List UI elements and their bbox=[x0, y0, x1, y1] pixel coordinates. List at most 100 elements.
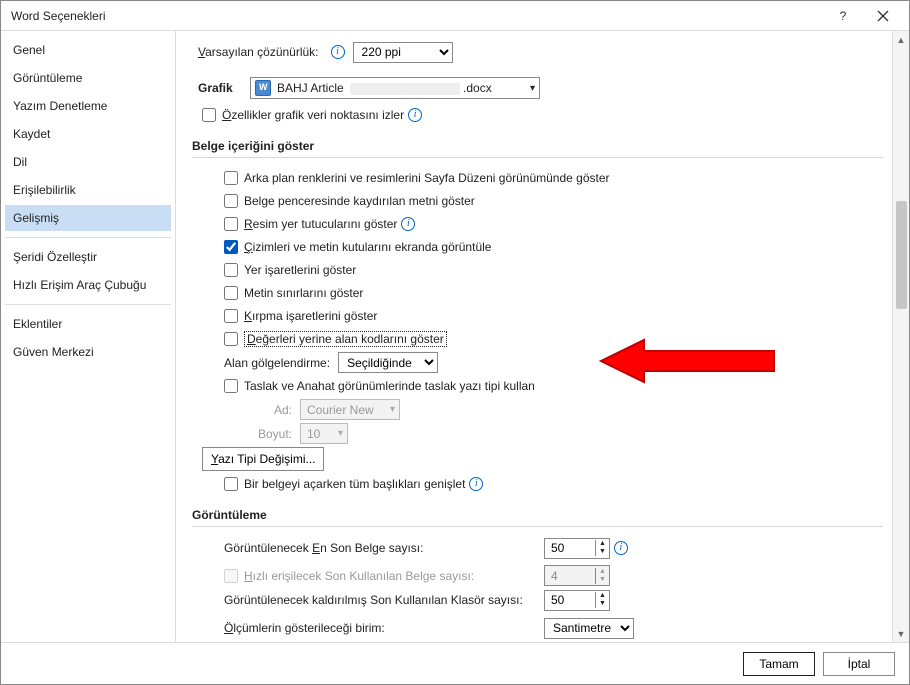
show-drawings-label: Çizimleri ve metin kutularını ekranda gö… bbox=[244, 240, 491, 254]
sidebar-item-customize-ribbon[interactable]: Şeridi Özelleştir bbox=[5, 244, 171, 270]
wrap-text-label: Belge penceresinde kaydırılan metni göst… bbox=[244, 194, 475, 208]
bookmarks-row: Yer işaretlerini göster bbox=[224, 260, 883, 280]
cancel-button[interactable]: İptal bbox=[823, 652, 895, 676]
show-drawings-row: Çizimleri ve metin kutularını ekranda gö… bbox=[224, 237, 883, 257]
font-size-select: 10 bbox=[300, 423, 348, 444]
bg-colors-checkbox[interactable] bbox=[224, 171, 238, 185]
text-bounds-checkbox[interactable] bbox=[224, 286, 238, 300]
recent-docs-spinner[interactable]: ▲▼ bbox=[544, 538, 610, 559]
quick-access-docs-label: Hızlı erişilecek Son Kullanılan Belge sa… bbox=[244, 569, 544, 583]
scroll-down-icon[interactable]: ▼ bbox=[893, 625, 909, 642]
recent-folders-label: Görüntülenecek kaldırılmış Son Kullanıla… bbox=[224, 593, 544, 607]
info-icon[interactable]: i bbox=[408, 108, 422, 122]
recent-docs-row: Görüntülenecek En Son Belge sayısı: ▲▼ i bbox=[224, 537, 883, 559]
recent-folders-input[interactable] bbox=[549, 592, 595, 608]
crop-marks-row: Kırpma işaretlerini göster bbox=[224, 306, 883, 326]
pic-placeholder-checkbox[interactable] bbox=[224, 217, 238, 231]
sidebar-item-accessibility[interactable]: Erişilebilirlik bbox=[5, 177, 171, 203]
quick-access-docs-spinner: ▲▼ bbox=[544, 565, 610, 586]
word-doc-icon bbox=[255, 80, 271, 96]
font-name-label: Ad: bbox=[248, 403, 292, 417]
chart-datapoint-checkbox[interactable] bbox=[202, 108, 216, 122]
field-shading-select[interactable]: Seçildiğinde bbox=[338, 352, 438, 373]
draft-font-label: Taslak ve Anahat görünümlerinde taslak y… bbox=[244, 379, 535, 393]
crop-marks-checkbox[interactable] bbox=[224, 309, 238, 323]
title-bar: Word Seçenekleri ? bbox=[1, 1, 909, 31]
scroll-up-icon[interactable]: ▲ bbox=[893, 31, 909, 48]
info-icon[interactable]: i bbox=[614, 541, 628, 555]
close-icon bbox=[877, 10, 889, 22]
chevron-down-icon: ▾ bbox=[530, 83, 535, 94]
close-button[interactable] bbox=[863, 2, 903, 30]
wrap-text-checkbox[interactable] bbox=[224, 194, 238, 208]
quick-access-docs-checkbox bbox=[224, 569, 238, 583]
settings-panel: Varsayılan çözünürlük: i 220 ppi Grafik … bbox=[176, 31, 891, 642]
measure-unit-select[interactable]: Santimetre bbox=[544, 618, 634, 639]
expand-headings-checkbox[interactable] bbox=[224, 477, 238, 491]
chart-datapoint-label: Özellikler grafik veri noktasını izler bbox=[222, 108, 404, 122]
sidebar-item-trust-center[interactable]: Güven Merkezi bbox=[5, 339, 171, 365]
draft-font-checkbox[interactable] bbox=[224, 379, 238, 393]
pic-placeholder-label: Resim yer tutucularını göster bbox=[244, 217, 397, 231]
sidebar-separator bbox=[5, 237, 171, 238]
recent-folders-row: Görüntülenecek kaldırılmış Son Kullanıla… bbox=[224, 589, 883, 611]
measure-unit-row: Ölçümlerin gösterileceği birim: Santimet… bbox=[224, 617, 883, 639]
text-bounds-label: Metin sınırlarını göster bbox=[244, 286, 363, 300]
chart-datapoint-row: Özellikler grafik veri noktasını izler i bbox=[202, 105, 883, 125]
default-resolution-row: Varsayılan çözünürlük: i 220 ppi bbox=[198, 41, 883, 63]
quick-access-docs-row: Hızlı erişilecek Son Kullanılan Belge sa… bbox=[224, 565, 883, 586]
recent-folders-spinner[interactable]: ▲▼ bbox=[544, 590, 610, 611]
vertical-scrollbar[interactable]: ▲ ▼ bbox=[892, 31, 909, 642]
content-wrap: Varsayılan çözünürlük: i 220 ppi Grafik … bbox=[176, 31, 909, 642]
expand-headings-label: Bir belgeyi açarken tüm başlıkları geniş… bbox=[244, 477, 465, 491]
field-codes-row: Değerleri yerine alan kodlarını göster bbox=[224, 329, 883, 349]
bookmarks-checkbox[interactable] bbox=[224, 263, 238, 277]
crop-marks-label: Kırpma işaretlerini göster bbox=[244, 309, 377, 323]
field-shading-row: Alan gölgelendirme: Seçildiğinde bbox=[224, 352, 883, 373]
default-resolution-select[interactable]: 220 ppi bbox=[353, 42, 453, 63]
graphic-heading-row: Grafik BAHJ Article .docx ▾ bbox=[198, 77, 883, 99]
font-substitution-button[interactable]: Yazı Tipi Değişimi... bbox=[202, 447, 324, 471]
recent-docs-label: Görüntülenecek En Son Belge sayısı: bbox=[224, 541, 544, 555]
window-title: Word Seçenekleri bbox=[11, 9, 823, 23]
info-icon[interactable]: i bbox=[401, 217, 415, 231]
draft-font-name-row: Ad: Courier New bbox=[248, 399, 883, 420]
ok-button[interactable]: Tamam bbox=[743, 652, 815, 676]
font-substitution-row: Yazı Tipi Değişimi... bbox=[202, 447, 883, 471]
sidebar-item-display[interactable]: Görüntüleme bbox=[5, 65, 171, 91]
draft-font-row: Taslak ve Anahat görünümlerinde taslak y… bbox=[224, 376, 883, 396]
field-shading-label: Alan gölgelendirme: bbox=[224, 356, 330, 370]
expand-headings-row: Bir belgeyi açarken tüm başlıkları geniş… bbox=[224, 474, 883, 494]
sidebar-item-language[interactable]: Dil bbox=[5, 149, 171, 175]
show-drawings-checkbox[interactable] bbox=[224, 240, 238, 254]
sidebar-item-advanced[interactable]: Gelişmiş bbox=[5, 205, 171, 231]
field-codes-label: Değerleri yerine alan kodlarını göster bbox=[244, 331, 447, 347]
info-icon[interactable]: i bbox=[469, 477, 483, 491]
sidebar-item-save[interactable]: Kaydet bbox=[5, 121, 171, 147]
font-size-label: Boyut: bbox=[248, 427, 292, 441]
scrollbar-thumb[interactable] bbox=[896, 201, 907, 309]
section-doc-content: Belge içeriğini göster bbox=[192, 139, 883, 158]
sidebar-item-proofing[interactable]: Yazım Denetleme bbox=[5, 93, 171, 119]
pic-placeholder-row: Resim yer tutucularını göster i bbox=[224, 214, 883, 234]
sidebar-separator bbox=[5, 304, 171, 305]
bookmarks-label: Yer işaretlerini göster bbox=[244, 263, 356, 277]
document-selector[interactable]: BAHJ Article .docx ▾ bbox=[250, 77, 540, 99]
info-icon[interactable]: i bbox=[331, 45, 345, 59]
sidebar-item-general[interactable]: Genel bbox=[5, 37, 171, 63]
recent-docs-input[interactable] bbox=[549, 540, 595, 556]
draft-font-size-row: Boyut: 10 bbox=[248, 423, 883, 444]
bg-colors-label: Arka plan renklerini ve resimlerini Sayf… bbox=[244, 171, 610, 185]
category-sidebar: Genel Görüntüleme Yazım Denetleme Kaydet… bbox=[1, 31, 176, 642]
field-codes-checkbox[interactable] bbox=[224, 332, 238, 346]
font-name-select: Courier New bbox=[300, 399, 400, 420]
dialog-footer: Tamam İptal bbox=[1, 642, 909, 684]
section-display: Görüntüleme bbox=[192, 508, 883, 527]
options-dialog: Word Seçenekleri ? Genel Görüntüleme Yaz… bbox=[0, 0, 910, 685]
dialog-body: Genel Görüntüleme Yazım Denetleme Kaydet… bbox=[1, 31, 909, 642]
text-bounds-row: Metin sınırlarını göster bbox=[224, 283, 883, 303]
sidebar-item-addins[interactable]: Eklentiler bbox=[5, 311, 171, 337]
help-button[interactable]: ? bbox=[823, 2, 863, 30]
bg-colors-row: Arka plan renklerini ve resimlerini Sayf… bbox=[224, 168, 883, 188]
sidebar-item-quick-access[interactable]: Hızlı Erişim Araç Çubuğu bbox=[5, 272, 171, 298]
